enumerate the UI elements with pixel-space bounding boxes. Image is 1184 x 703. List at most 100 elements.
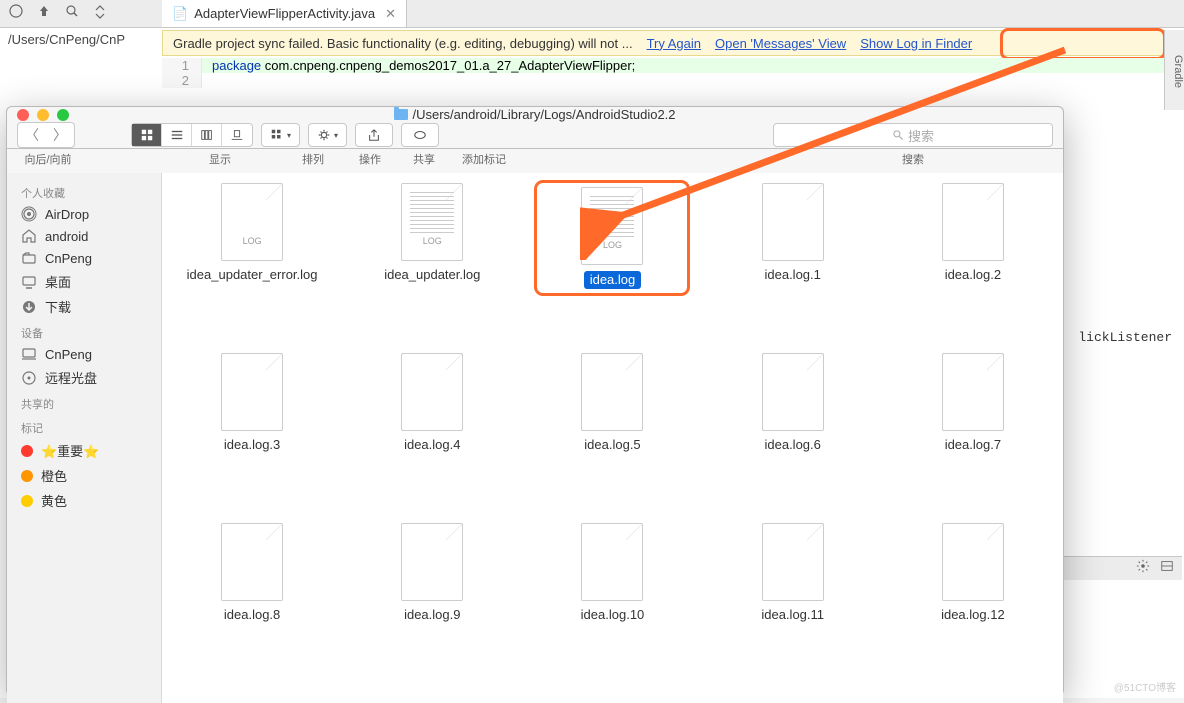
arrange-group: ▾ [261, 123, 300, 147]
sidebar-item-downloads[interactable]: 下载 [7, 294, 161, 319]
show-log-link[interactable]: Show Log in Finder [860, 36, 972, 51]
document-icon [401, 523, 463, 601]
document-icon [581, 353, 643, 431]
document-icon: LOG [581, 187, 643, 265]
file-item[interactable]: idea.log.3 [177, 353, 327, 453]
action-group: ▾ [308, 123, 347, 147]
file-item[interactable]: idea.log.8 [177, 523, 327, 623]
file-label: idea.log.11 [761, 607, 824, 623]
gear-icon[interactable] [1136, 559, 1150, 578]
icon-view-button[interactable] [132, 124, 162, 146]
sidebar-item-desktop[interactable]: 桌面 [7, 269, 161, 294]
gradle-sidebar-tab[interactable]: Gradle [1164, 30, 1184, 110]
nav-buttons: 〈 〉 [17, 122, 75, 148]
share-button[interactable] [355, 123, 393, 147]
file-item[interactable]: idea.log.7 [898, 353, 1048, 453]
coverflow-view-button[interactable] [222, 124, 252, 146]
file-item[interactable]: LOG idea.log [537, 183, 687, 293]
gradle-warning-bar: Gradle project sync failed. Basic functi… [162, 30, 1182, 56]
arrange-button[interactable]: ▾ [262, 123, 299, 147]
file-item[interactable]: idea.log.4 [357, 353, 507, 453]
folder-icon [394, 109, 408, 120]
editor-tab[interactable]: 📄 AdapterViewFlipperActivity.java ✕ [162, 0, 407, 27]
tags-button[interactable] [401, 123, 439, 147]
document-icon: LOG [221, 183, 283, 261]
file-label: idea_updater_error.log [187, 267, 318, 283]
forward-button[interactable]: 〉 [46, 123, 74, 147]
partial-code: lickListener [1078, 330, 1172, 345]
file-label: idea.log [584, 271, 642, 289]
file-item[interactable]: idea.log.11 [718, 523, 868, 623]
back-button[interactable]: 〈 [18, 123, 46, 147]
tag-yellow[interactable]: 黄色 [7, 488, 161, 513]
toolbar-labels: 向后/向前 显示 排列 操作 共享 添加标记 搜索 [7, 149, 1063, 173]
close-tab-icon[interactable]: ✕ [385, 6, 396, 22]
document-icon: LOG [401, 183, 463, 261]
file-label: idea.log.1 [764, 267, 820, 283]
search-field[interactable]: 搜索 [773, 123, 1053, 147]
finder-body: 个人收藏 AirDrop android CnPeng 桌面 下载 设备 CnP… [7, 173, 1063, 703]
finder-title: /Users/android/Library/Logs/AndroidStudi… [17, 107, 1053, 122]
file-item[interactable]: LOG idea_updater_error.log [177, 183, 327, 283]
open-messages-link[interactable]: Open 'Messages' View [715, 36, 846, 51]
sidebar-item-cnpeng[interactable]: CnPeng [7, 247, 161, 269]
file-label: idea.log.10 [581, 607, 645, 623]
file-item[interactable]: idea.log.5 [537, 353, 687, 453]
file-item[interactable]: idea.log.6 [718, 353, 868, 453]
document-icon [581, 523, 643, 601]
sidebar-item-dev-cnpeng[interactable]: CnPeng [7, 343, 161, 365]
column-view-button[interactable] [192, 124, 222, 146]
document-icon [942, 523, 1004, 601]
file-item[interactable]: idea.log.1 [718, 183, 868, 283]
find-icon[interactable] [64, 3, 80, 24]
tags-header: 标记 [7, 414, 161, 438]
breadcrumb: /Users/CnPeng/CnP [8, 32, 125, 47]
line-number: 2 [162, 73, 202, 88]
up-arrow-icon[interactable] [36, 3, 52, 24]
search-icon [892, 129, 904, 141]
warning-text: Gradle project sync failed. Basic functi… [173, 36, 633, 51]
ide-tabs-row: 📄 AdapterViewFlipperActivity.java ✕ [162, 0, 1182, 28]
finder-toolbar: 〈 〉 ▾ ▾ 搜索 [7, 122, 1063, 149]
file-item[interactable]: idea.log.9 [357, 523, 507, 623]
file-item[interactable]: idea.log.10 [537, 523, 687, 623]
finder-titlebar[interactable]: /Users/android/Library/Logs/AndroidStudi… [7, 107, 1063, 122]
document-icon [762, 523, 824, 601]
file-label: idea.log.7 [945, 437, 1001, 453]
file-label: idea.log.12 [941, 607, 1005, 623]
devices-header: 设备 [7, 319, 161, 343]
line-number: 1 [162, 58, 202, 73]
file-item[interactable]: LOG idea_updater.log [357, 183, 507, 283]
finder-sidebar: 个人收藏 AirDrop android CnPeng 桌面 下载 设备 CnP… [7, 173, 162, 703]
compass-icon[interactable] [8, 3, 24, 24]
tab-title: AdapterViewFlipperActivity.java [194, 6, 375, 21]
sidebar-item-airdrop[interactable]: AirDrop [7, 203, 161, 225]
sidebar-item-android[interactable]: android [7, 225, 161, 247]
favorites-header: 个人收藏 [7, 179, 161, 203]
file-grid[interactable]: LOG idea_updater_error.log LOG idea_updater… [162, 173, 1063, 703]
tag-orange[interactable]: 橙色 [7, 463, 161, 488]
document-icon [942, 183, 1004, 261]
collapse-panel-icon[interactable] [1160, 559, 1174, 578]
code-line: package com.cnpeng.cnpeng_demos2017_01.a… [202, 58, 1182, 73]
document-icon [762, 353, 824, 431]
shared-header: 共享的 [7, 390, 161, 414]
try-again-link[interactable]: Try Again [647, 36, 701, 51]
collapse-icon[interactable] [92, 3, 108, 24]
document-icon [401, 353, 463, 431]
file-item[interactable]: idea.log.12 [898, 523, 1048, 623]
watermark: @51CTO博客 [1114, 679, 1176, 694]
list-view-button[interactable] [162, 124, 192, 146]
action-button[interactable]: ▾ [309, 123, 346, 147]
file-label: idea_updater.log [384, 267, 480, 283]
sidebar-item-remote-disc[interactable]: 远程光盘 [7, 365, 161, 390]
file-label: idea.log.2 [945, 267, 1001, 283]
tag-important[interactable]: ⭐️重要⭐️ [7, 438, 161, 463]
file-label: idea.log.5 [584, 437, 640, 453]
document-icon [942, 353, 1004, 431]
file-label: idea.log.6 [764, 437, 820, 453]
file-label: idea.log.4 [404, 437, 460, 453]
search-placeholder: 搜索 [908, 126, 934, 145]
document-icon [762, 183, 824, 261]
file-item[interactable]: idea.log.2 [898, 183, 1048, 283]
